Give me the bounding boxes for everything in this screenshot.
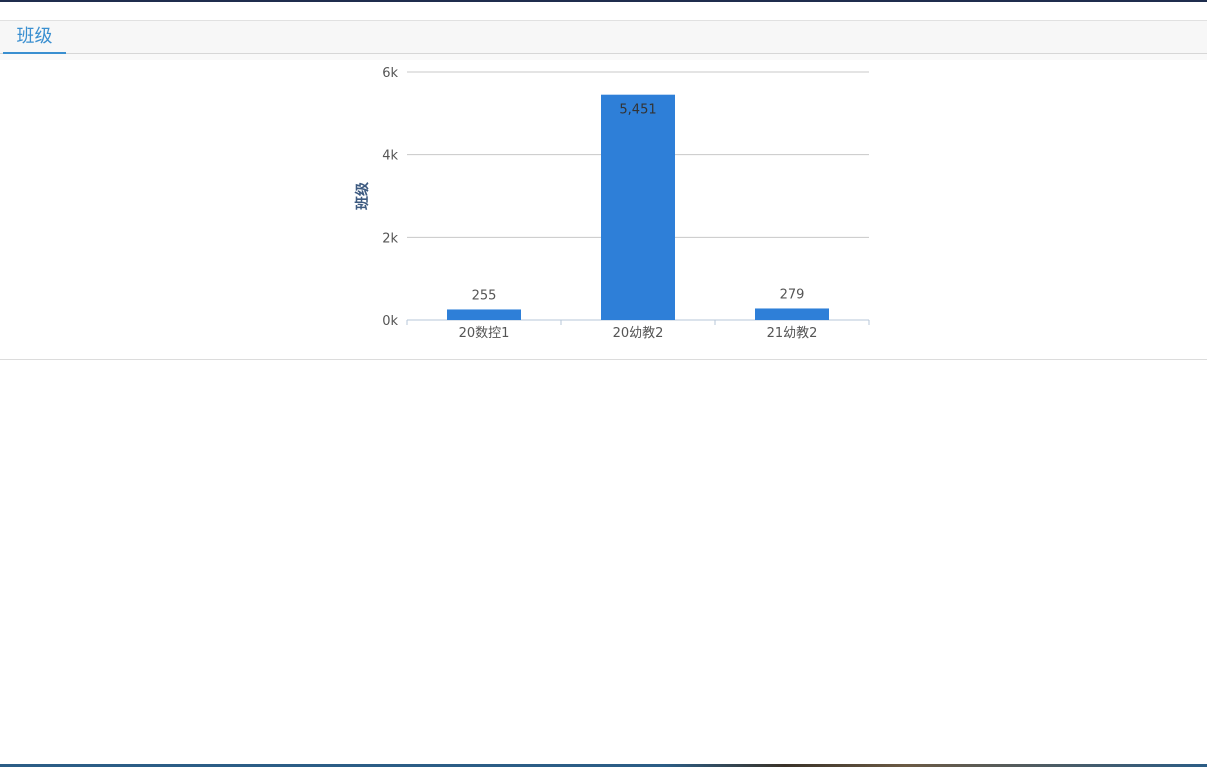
- tab-bar: 班级: [0, 20, 1207, 54]
- bar-value-label: 255: [472, 288, 497, 303]
- tab-class[interactable]: 班级: [3, 21, 66, 54]
- chart-panel: 0k 2k 4k 6k 255 20数控1 5,451 20幼教2 279 21幼教2 班级: [0, 54, 1207, 360]
- y-tick-label: 6k: [382, 66, 398, 81]
- x-tick-label: 20幼教2: [613, 325, 664, 341]
- bar-value-label: 279: [780, 287, 805, 302]
- y-tick-label: 0k: [382, 314, 398, 329]
- bar-value-label: 5,451: [619, 103, 656, 118]
- top-border: [0, 0, 1207, 2]
- bar-chart: 0k 2k 4k 6k 255 20数控1 5,451 20幼教2 279 21幼教2 班级: [354, 66, 870, 341]
- x-tick-label: 20数控1: [459, 326, 510, 341]
- y-tick-label: 2k: [382, 231, 398, 246]
- y-tick-label: 4k: [382, 149, 398, 164]
- bar: [755, 308, 829, 320]
- bar: [447, 309, 521, 320]
- bar: [601, 94, 675, 320]
- x-tick-label: 21幼教2: [767, 325, 818, 341]
- y-axis-label: 班级: [354, 181, 371, 210]
